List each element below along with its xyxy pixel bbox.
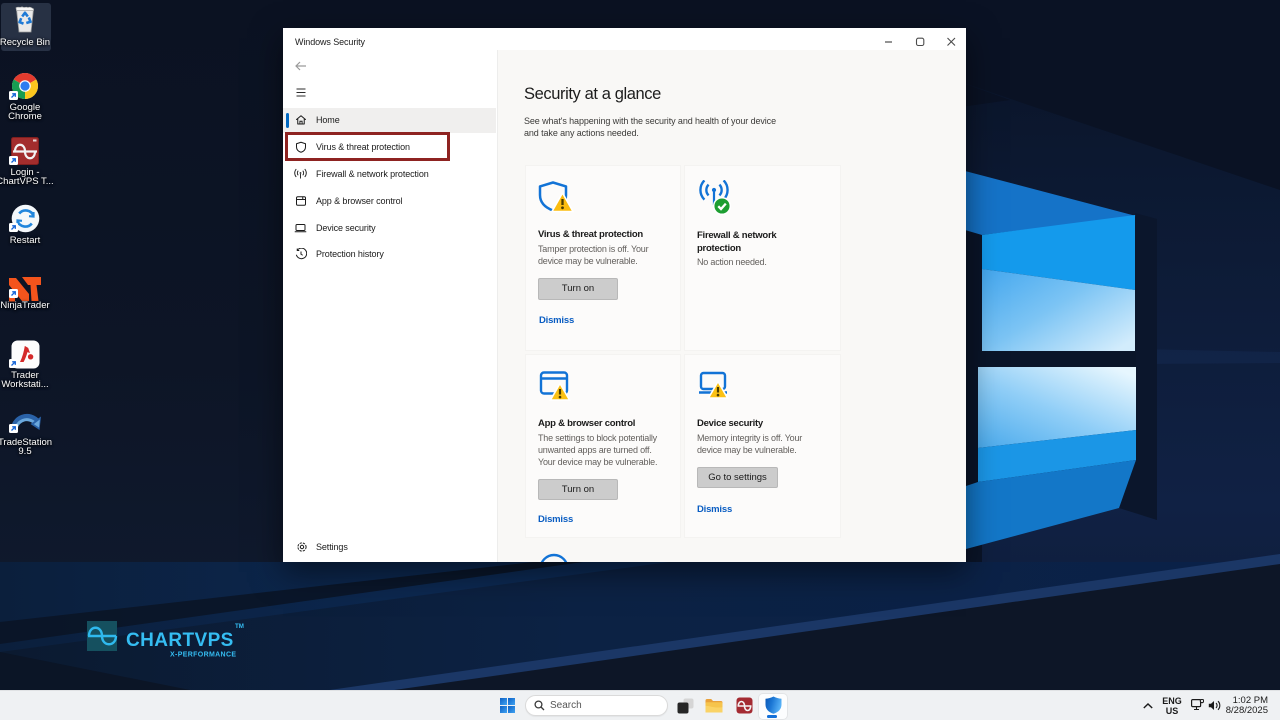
svg-text:X-PERFORMANCE: X-PERFORMANCE <box>170 652 236 659</box>
svg-text:TM: TM <box>235 623 244 630</box>
svg-text:CHARTVPS: CHARTVPS <box>126 630 234 651</box>
